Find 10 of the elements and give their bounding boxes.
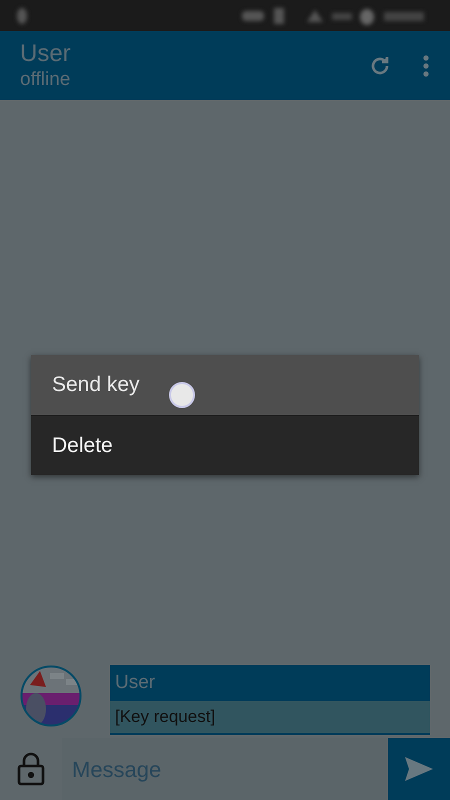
- menu-item[interactable]: Delete: [31, 415, 419, 475]
- send-button[interactable]: [388, 738, 450, 800]
- message-text: [Key request]: [115, 706, 216, 728]
- more-icon: [422, 54, 430, 76]
- send-icon: [405, 757, 433, 781]
- menu-item[interactable]: Send key: [31, 355, 419, 415]
- contact-name: User: [20, 40, 72, 68]
- sender-name: User: [115, 670, 156, 695]
- lock-icon: [17, 752, 45, 786]
- contact-status: offline: [20, 68, 72, 92]
